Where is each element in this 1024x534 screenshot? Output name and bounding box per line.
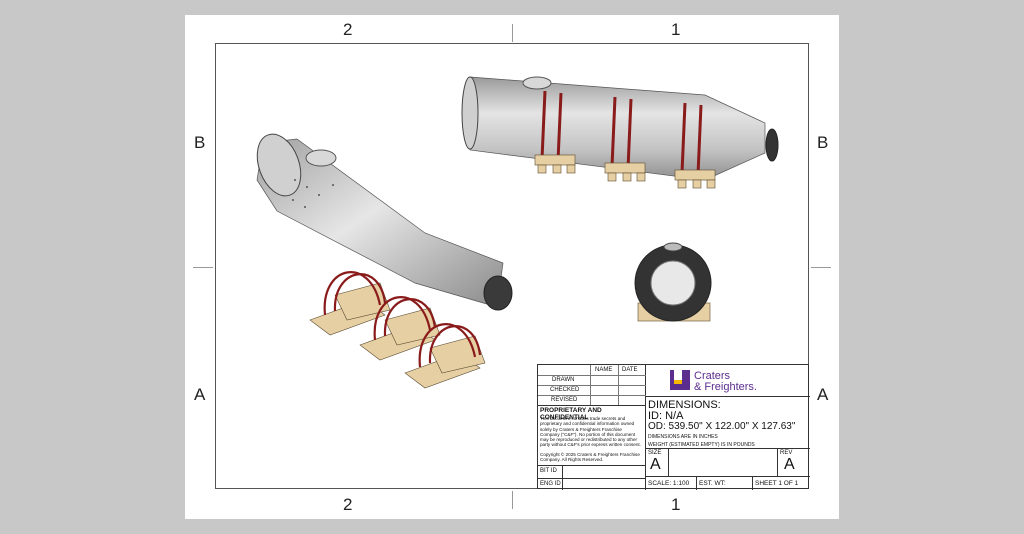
estimated-weight: EST. WT: (699, 480, 726, 487)
zone-column-2-bottom: 2 (343, 495, 353, 514)
od-dimensions: OD: 539.50" X 122.00" X 127.63" (648, 421, 796, 432)
eng-id-label: ENG ID (540, 481, 561, 487)
drawing-sheet: 2 1 2 1 B B A A NAME DATE DRAWN CHECKED … (185, 15, 839, 519)
zone-column-2-top: 2 (343, 20, 353, 39)
zone-row-b-left: B (194, 133, 206, 152)
sheet-number: SHEET 1 OF 1 (755, 480, 799, 487)
zone-divider (811, 267, 831, 268)
company-logo (670, 370, 690, 390)
zone-divider (193, 267, 213, 268)
zone-column-1-top: 1 (671, 20, 681, 39)
size-value: A (650, 456, 661, 473)
zone-divider (512, 24, 513, 42)
zone-divider (512, 491, 513, 509)
logo-text-line2: & Freighters. (694, 381, 757, 393)
rev-value: A (784, 456, 795, 473)
zone-row-b-right: B (817, 133, 829, 152)
zone-row-a-left: A (194, 385, 206, 404)
zone-column-1-bottom: 1 (671, 495, 681, 514)
checked-row-label: CHECKED (550, 387, 580, 393)
name-column-header: NAME (595, 367, 613, 373)
copyright-text: Copyright © 2025 Craters & Freighters Fr… (540, 452, 640, 463)
bit-id-label: BIT ID (540, 468, 557, 474)
revised-row-label: REVISED (551, 397, 578, 403)
date-column-header: DATE (622, 367, 638, 373)
scale-value: SCALE: 1:100 (648, 480, 690, 487)
drawn-row-label: DRAWN (552, 377, 575, 383)
zone-row-a-right: A (817, 385, 829, 404)
proprietary-text: This document contains trade secrets and… (540, 416, 641, 448)
dims-in-inches-note: DIMENSIONS ARE IN INCHES (648, 434, 718, 440)
title-block: NAME DATE DRAWN CHECKED REVISED PROPRIET… (537, 364, 810, 490)
